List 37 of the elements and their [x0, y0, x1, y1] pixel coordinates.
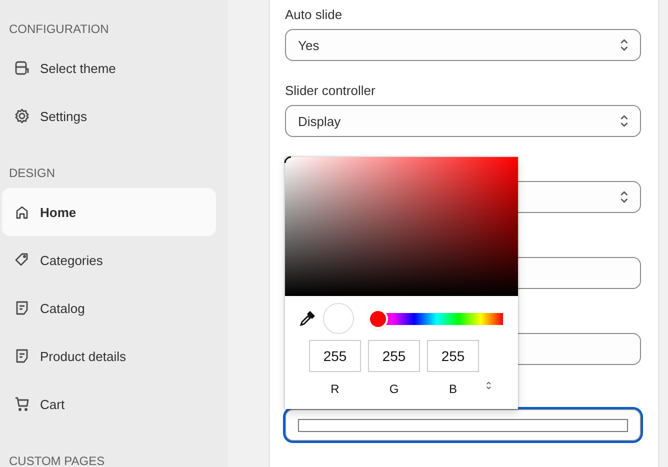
- channel-label: R: [330, 382, 340, 396]
- channel-input[interactable]: 255: [427, 340, 479, 372]
- eyedropper-icon[interactable]: [299, 310, 315, 326]
- sidebar-item[interactable]: Product details: [2, 332, 216, 380]
- sidebar-item[interactable]: Cart: [2, 380, 216, 428]
- section-heading: CONFIGURATION: [8, 21, 110, 38]
- channel-input[interactable]: 255: [368, 340, 420, 372]
- select-field[interactable]: Yes: [285, 29, 641, 61]
- home-icon: [14, 204, 30, 220]
- chevron-updown-icon: [620, 190, 628, 204]
- sidebar-item[interactable]: Settings: [2, 92, 216, 140]
- sidebar-item[interactable]: Select theme: [2, 44, 216, 92]
- picker-handle-icon[interactable]: [284, 156, 292, 164]
- channel-label: G: [389, 382, 399, 396]
- note-icon: [14, 348, 30, 364]
- chevron-updown-icon: [620, 38, 628, 52]
- channel-input[interactable]: 255: [309, 340, 361, 372]
- channel-label: B: [448, 382, 457, 396]
- select-field[interactable]: Display: [285, 105, 641, 137]
- chevron-updown-icon: [620, 114, 628, 128]
- sidebar-item[interactable]: Catalog: [2, 284, 216, 332]
- settings-icon: [14, 108, 30, 124]
- cart-icon: [14, 396, 30, 412]
- note-icon: [14, 300, 30, 316]
- tag-icon: [14, 252, 30, 268]
- sidebar-item[interactable]: Home: [2, 188, 216, 236]
- section-heading: DESIGN: [8, 165, 56, 182]
- field-label: Slider controller: [285, 82, 376, 100]
- field-label: Auto slide: [285, 6, 344, 24]
- section-heading: CUSTOM PAGES: [8, 453, 106, 467]
- saturation-area[interactable]: [285, 157, 518, 296]
- color-swatch: [323, 303, 354, 334]
- sidebar-item[interactable]: Categories: [2, 236, 216, 284]
- color-field[interactable]: [285, 409, 641, 441]
- chevron-updown-icon: [486, 381, 492, 390]
- layout-icon: [14, 60, 30, 76]
- slider-thumb[interactable]: [370, 310, 386, 326]
